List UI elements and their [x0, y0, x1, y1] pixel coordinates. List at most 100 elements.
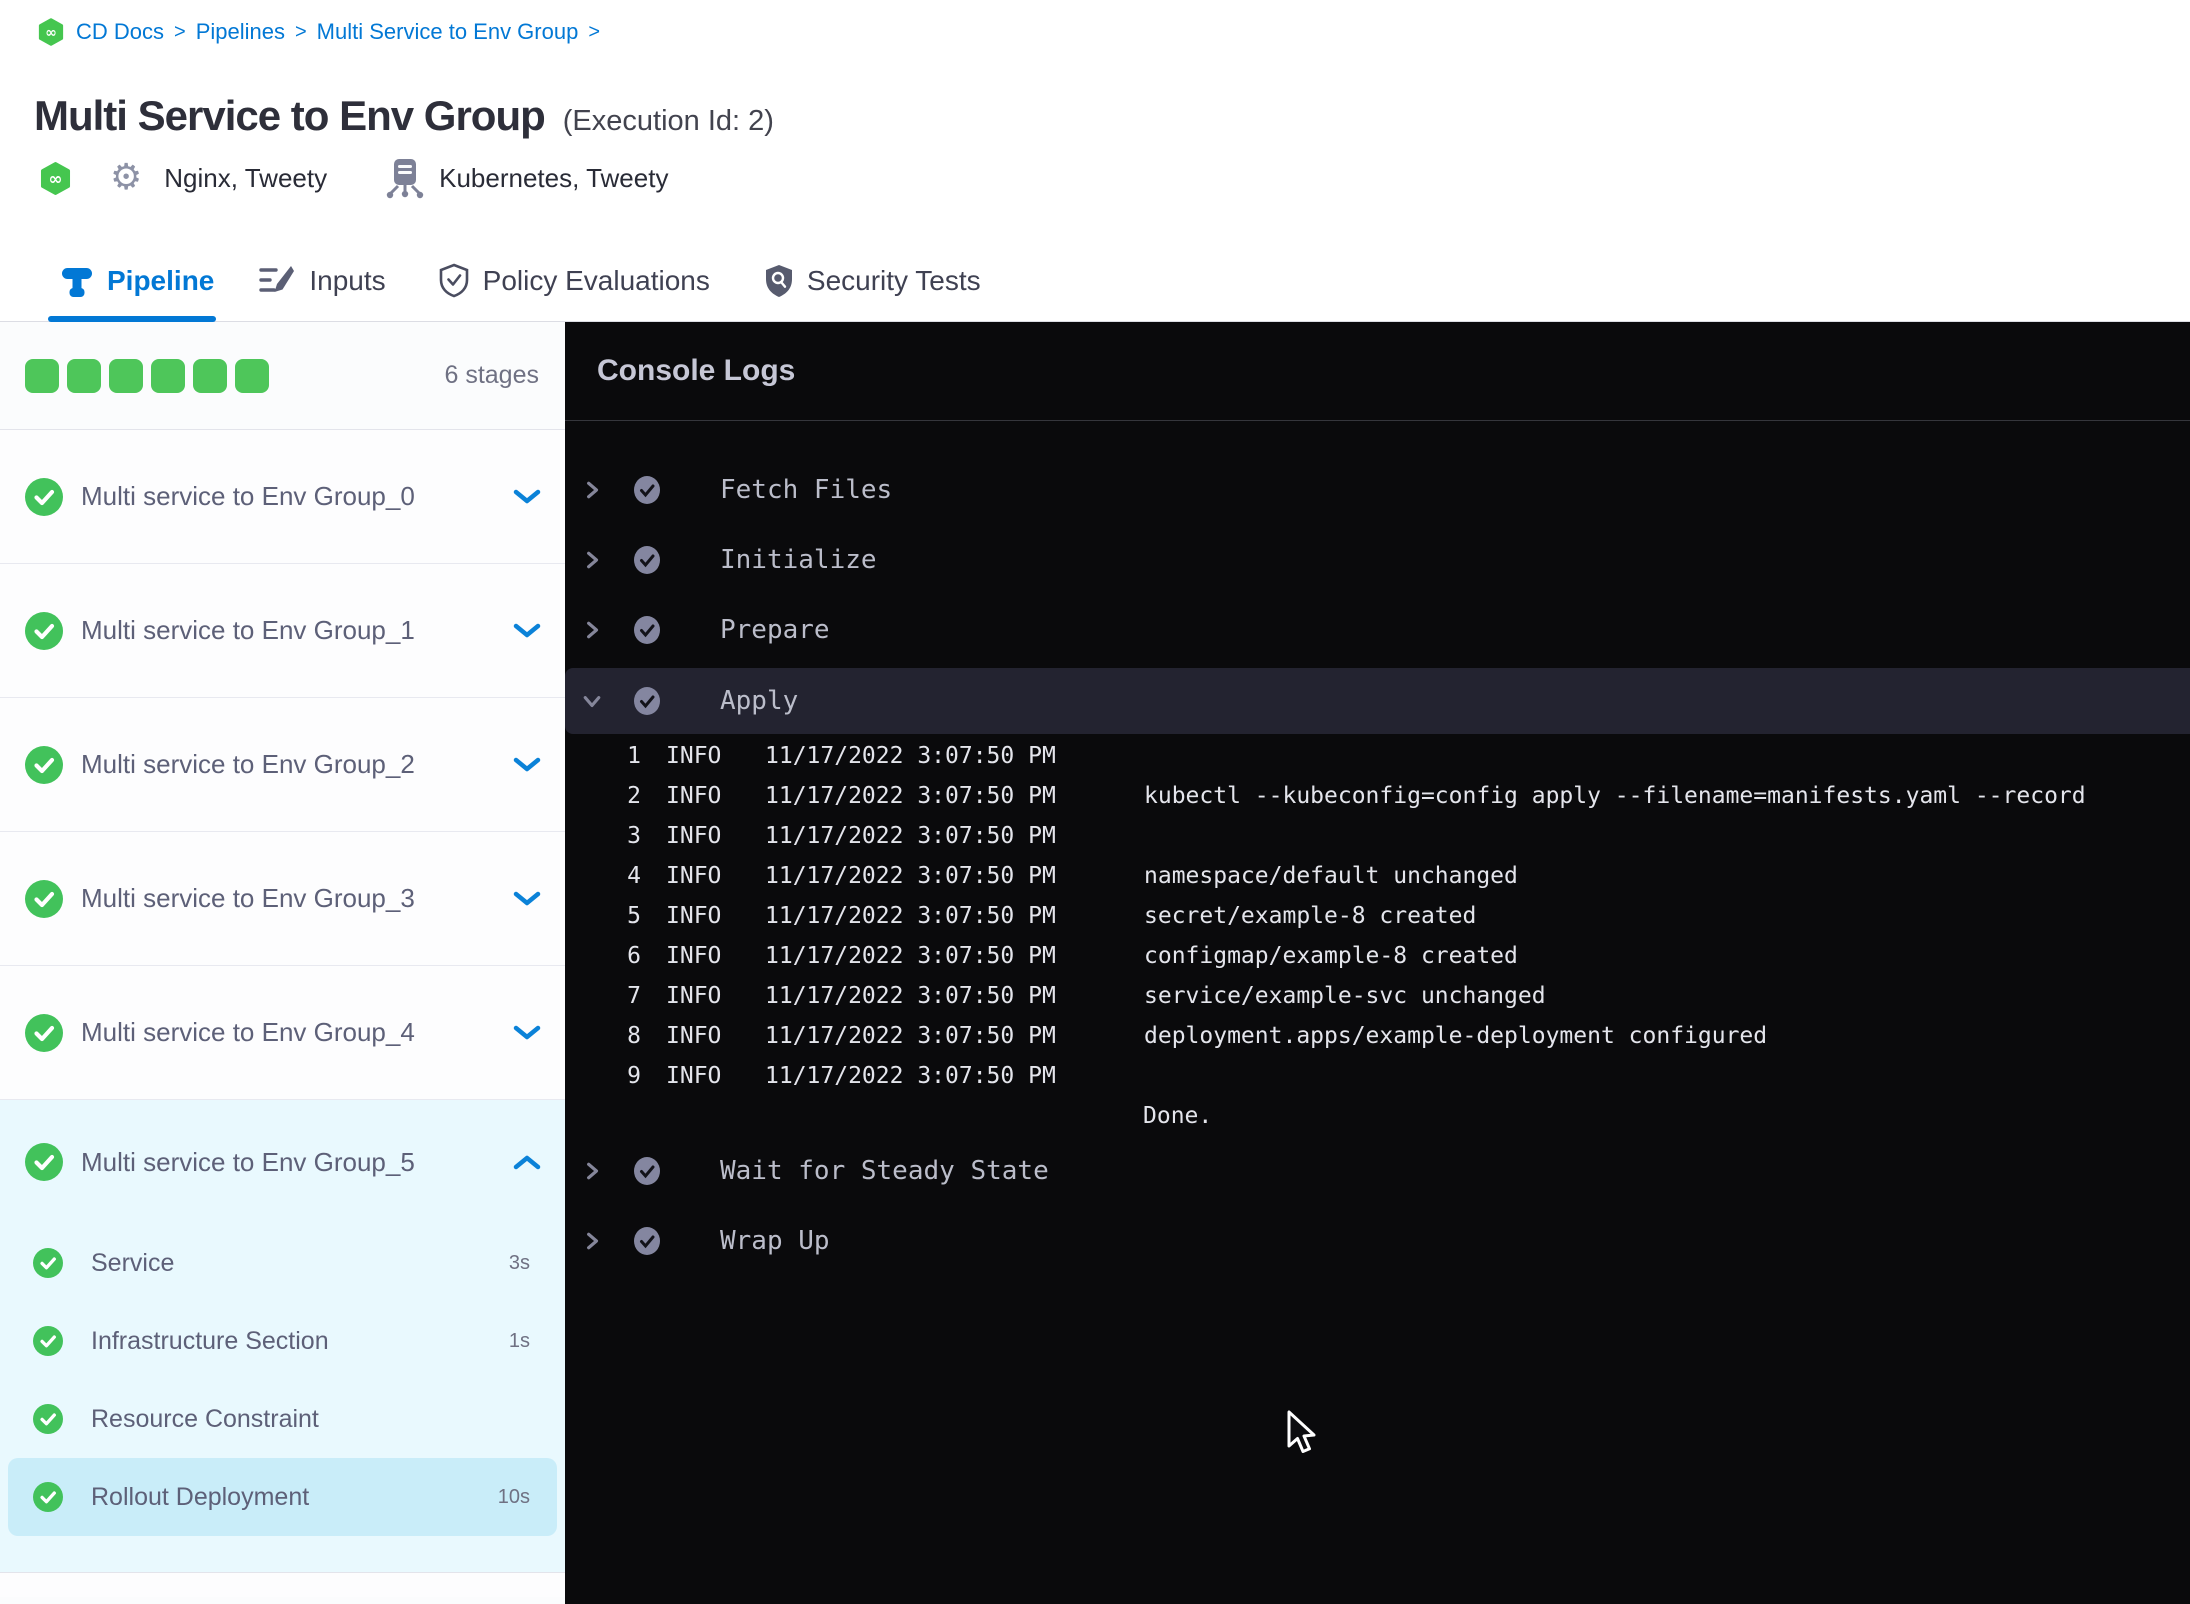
stage-summary: 6 stages — [0, 322, 565, 430]
console-step-wait-for-steady-state[interactable]: Wait for Steady State — [565, 1136, 2190, 1206]
tab-policy-evaluations-label: Policy Evaluations — [482, 264, 710, 296]
console-step-apply-expanded[interactable]: Apply — [565, 668, 2190, 734]
success-check-icon — [25, 1013, 63, 1052]
success-check-icon — [25, 879, 63, 918]
breadcrumb-link-pipeline-name[interactable]: Multi Service to Env Group — [317, 19, 579, 45]
stage-step-row[interactable]: Resource Constraint — [0, 1380, 565, 1458]
success-check-icon — [25, 477, 63, 516]
stage-row[interactable]: Multi service to Env Group_2 — [0, 698, 565, 832]
console-step-prepare[interactable]: Prepare — [565, 595, 2190, 665]
tab-security-tests[interactable]: Security Tests — [764, 263, 981, 299]
stage-success-square — [25, 358, 59, 393]
stage-step-row[interactable]: Infrastructure Section 1s — [0, 1302, 565, 1380]
log-line: 8 INFO 11/17/2022 3:07:50 PM deployment.… — [565, 1016, 2190, 1056]
tab-bar: Pipeline Inputs Policy Evaluations Secur… — [0, 240, 2190, 322]
chevron-right-icon[interactable] — [583, 1162, 601, 1180]
stage-success-square — [67, 358, 101, 393]
console-step-initialize[interactable]: Initialize — [565, 525, 2190, 595]
chevron-down-icon[interactable] — [513, 891, 541, 907]
log-lines: 1 INFO 11/17/2022 3:07:50 PM 2 INFO 11/1… — [565, 736, 2190, 1096]
pipeline-icon — [62, 267, 92, 297]
log-line: 1 INFO 11/17/2022 3:07:50 PM — [565, 736, 2190, 776]
stage-count-label: 6 stages — [444, 361, 539, 389]
step-success-icon — [634, 476, 660, 504]
inputs-icon — [259, 265, 295, 292]
stage-row[interactable]: Multi service to Env Group_0 — [0, 430, 565, 564]
environments-label: Kubernetes, Tweety — [439, 162, 669, 193]
chevron-up-icon[interactable] — [513, 1154, 541, 1170]
chevron-down-icon[interactable] — [513, 1025, 541, 1041]
log-line-number: 7 — [627, 983, 641, 1009]
step-success-icon — [634, 546, 660, 574]
environments-icon — [386, 159, 424, 199]
step-name: Wait for Steady State — [720, 1156, 1049, 1186]
stage-step-row[interactable]: Rollout Deployment 10s — [8, 1458, 557, 1536]
step-duration: 3s — [508, 1251, 530, 1274]
tab-inputs[interactable]: Inputs — [258, 264, 386, 298]
security-shield-scan-icon — [765, 264, 792, 297]
chevron-down-icon[interactable] — [513, 623, 541, 639]
stage-row[interactable]: Multi service to Env Group_1 — [0, 564, 565, 698]
log-timestamp: 11/17/2022 3:07:50 PM — [765, 1063, 1056, 1089]
success-check-icon — [25, 745, 63, 784]
log-line: Done. — [565, 1096, 2190, 1136]
log-timestamp: 11/17/2022 3:07:50 PM — [765, 743, 1056, 769]
breadcrumb-link-pipelines[interactable]: Pipelines — [196, 19, 285, 45]
stage-step-list: Service 3s Infrastructure Section 1s Res… — [0, 1224, 565, 1536]
log-output: 1 INFO 11/17/2022 3:07:50 PM 2 INFO 11/1… — [565, 736, 2190, 1136]
tab-pipeline[interactable]: Pipeline — [60, 264, 214, 298]
stage-label: Multi service to Env Group_2 — [81, 749, 415, 779]
svg-text:∞: ∞ — [45, 25, 57, 41]
chevron-right-icon[interactable] — [583, 1232, 601, 1250]
console-step-fetch-files[interactable]: Fetch Files — [565, 455, 2190, 525]
chevron-right-icon[interactable] — [583, 621, 601, 639]
services-label: Nginx, Tweety — [164, 162, 328, 193]
execution-meta: ∞ ⚙ Nginx, Tweety Kubernetes, Tweety — [40, 152, 668, 204]
chevron-down-icon[interactable] — [583, 692, 601, 710]
step-success-icon — [634, 1227, 660, 1255]
chevron-down-icon[interactable] — [513, 757, 541, 773]
console-title: Console Logs — [597, 354, 796, 387]
step-name: Initialize — [720, 545, 877, 575]
log-timestamp: 11/17/2022 3:07:50 PM — [765, 1023, 1056, 1049]
stage-success-square — [235, 358, 269, 393]
log-message: configmap/example-8 created — [1144, 943, 1518, 969]
log-level: INFO — [666, 783, 722, 809]
log-level: INFO — [666, 983, 722, 1009]
step-label: Resource Constraint — [91, 1404, 319, 1433]
stage-label: Multi service to Env Group_3 — [81, 883, 415, 913]
chevron-right-icon[interactable] — [583, 481, 601, 499]
harness-cd-logo-icon: ∞ — [40, 161, 71, 195]
stage-success-square — [193, 358, 227, 393]
tab-policy-evaluations[interactable]: Policy Evaluations — [438, 263, 710, 299]
log-message: secret/example-8 created — [1144, 903, 1477, 929]
step-success-icon — [634, 687, 660, 715]
log-line-number: 6 — [627, 943, 641, 969]
chevron-right-icon[interactable] — [583, 551, 601, 569]
success-check-icon — [25, 611, 63, 650]
log-line: 7 INFO 11/17/2022 3:07:50 PM service/exa… — [565, 976, 2190, 1016]
execution-id: (Execution Id: 2) — [562, 105, 774, 137]
log-level: INFO — [666, 903, 722, 929]
step-name: Wrap Up — [720, 1226, 830, 1256]
console-step-wrap-up[interactable]: Wrap Up — [565, 1206, 2190, 1276]
step-label: Infrastructure Section — [91, 1326, 329, 1355]
chevron-down-icon[interactable] — [513, 489, 541, 505]
stage-row[interactable]: Multi service to Env Group_4 — [0, 966, 565, 1100]
services-gear-icon: ⚙ — [110, 157, 143, 198]
step-success-icon — [634, 616, 660, 644]
log-level: INFO — [666, 1023, 722, 1049]
log-line-number: 5 — [627, 903, 641, 929]
success-check-icon — [33, 1404, 63, 1434]
stage-row-expanded[interactable]: Multi service to Env Group_5 — [0, 1100, 565, 1224]
log-line: 2 INFO 11/17/2022 3:07:50 PM kubectl --k… — [565, 776, 2190, 816]
breadcrumb-link-cd-docs[interactable]: CD Docs — [76, 19, 164, 45]
success-check-icon — [33, 1326, 63, 1356]
log-line-number: 4 — [627, 863, 641, 889]
stage-label: Multi service to Env Group_4 — [81, 1017, 415, 1047]
stage-step-row[interactable]: Service 3s — [0, 1224, 565, 1302]
stage-row[interactable]: Multi service to Env Group_3 — [0, 832, 565, 966]
tab-inputs-label: Inputs — [309, 264, 386, 296]
log-line: 5 INFO 11/17/2022 3:07:50 PM secret/exam… — [565, 896, 2190, 936]
log-timestamp: 11/17/2022 3:07:50 PM — [765, 943, 1056, 969]
